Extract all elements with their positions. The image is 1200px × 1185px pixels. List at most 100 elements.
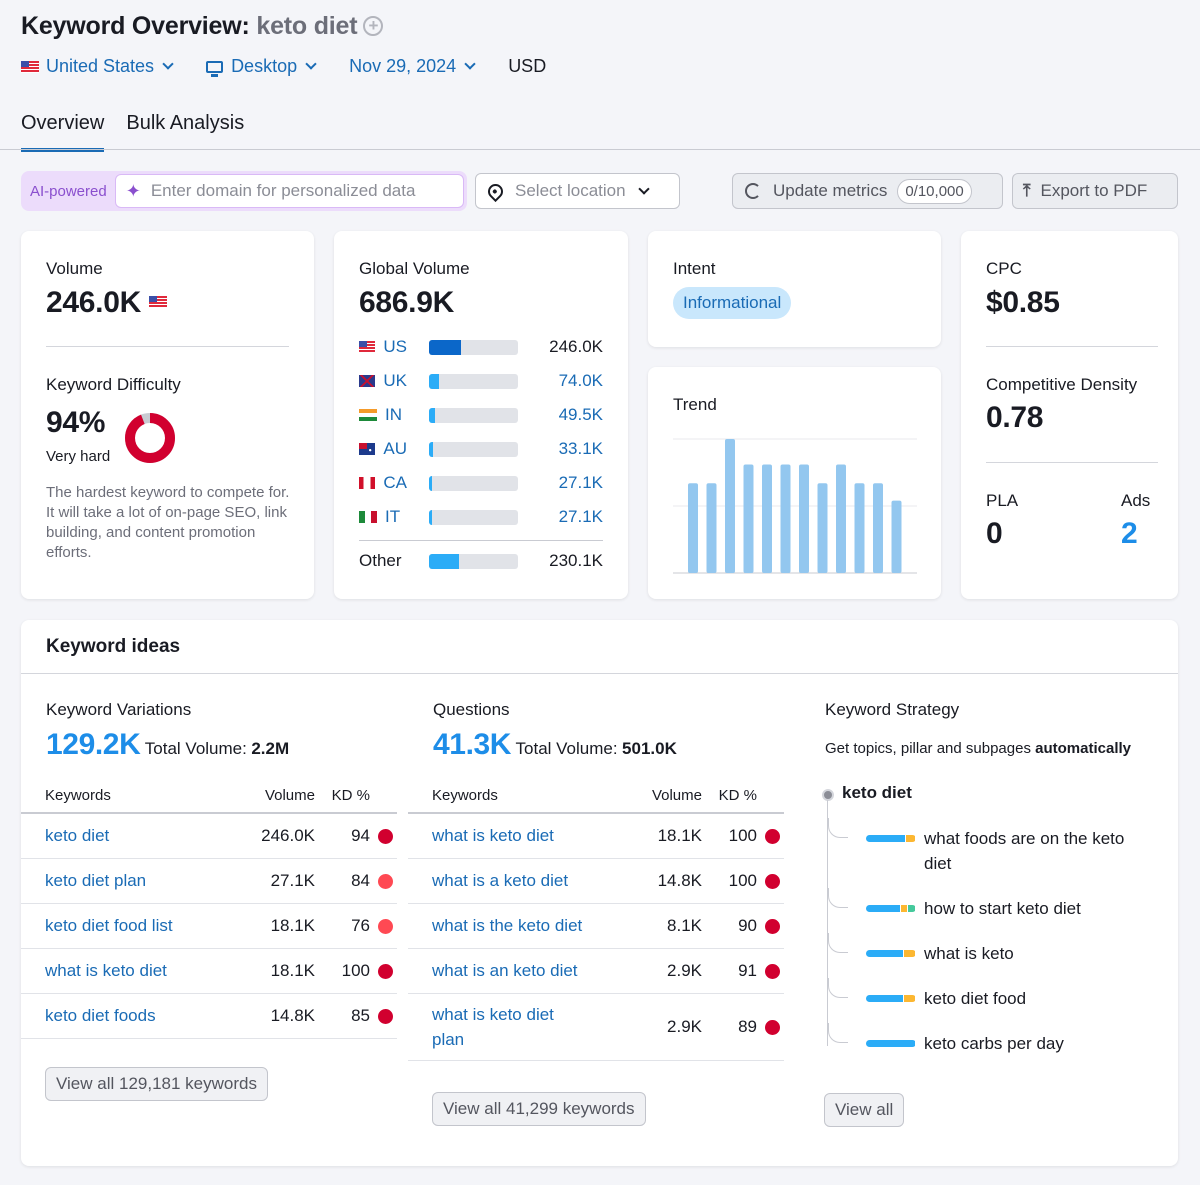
col-kd[interactable]: KD %	[702, 787, 760, 804]
tab-overview[interactable]: Overview	[21, 112, 105, 152]
table-row: keto diet foods 14.8K 85	[21, 994, 397, 1039]
view-all-strategy-button[interactable]: View all	[824, 1093, 905, 1127]
plus-circle-icon[interactable]: +	[363, 16, 384, 36]
intent-segment	[866, 995, 904, 1002]
variations-label: Keyword Variations	[46, 700, 192, 719]
pla-label: PLA	[986, 491, 1019, 510]
country-bar	[429, 441, 518, 457]
strategy-item-label: keto diet food	[924, 989, 1027, 1008]
country-row-us[interactable]: US 246.0K	[359, 337, 603, 357]
trend-bar[interactable]	[706, 483, 717, 573]
strategy-item[interactable]: how to start keto diet	[828, 888, 1156, 921]
country-row-au[interactable]: AU 33.1K	[359, 439, 603, 459]
country-bar-fill	[429, 339, 461, 355]
us-flag-icon	[149, 296, 167, 308]
kd-dot-icon	[764, 918, 780, 934]
strategy-item-label: how to start keto diet	[924, 899, 1081, 918]
chevron-down-icon	[305, 58, 317, 70]
col-volume[interactable]: Volume	[225, 787, 315, 804]
tab-bulk-analysis[interactable]: Bulk Analysis	[126, 112, 244, 152]
date-dropdown[interactable]: Nov 29, 2024	[349, 56, 476, 77]
strategy-item[interactable]: keto carbs per day	[828, 1023, 1156, 1056]
trend-bar[interactable]	[780, 464, 791, 573]
country-row-ca[interactable]: CA 27.1K	[359, 473, 603, 493]
keyword-link[interactable]: what is keto diet	[45, 961, 225, 981]
kd-dot-icon	[764, 873, 780, 889]
strategy-item[interactable]: what foods are on the keto diet	[828, 818, 1156, 876]
variations-count[interactable]: 129.2K	[46, 728, 141, 761]
intent-segment	[866, 1040, 915, 1047]
update-metrics-button[interactable]: Update metrics 0/10,000	[732, 173, 1003, 209]
keyword-link[interactable]: keto diet	[45, 826, 225, 846]
col-keywords[interactable]: Keywords	[45, 787, 225, 804]
kd-donut-arc	[125, 413, 175, 463]
table-row: keto diet food list 18.1K 76	[21, 904, 397, 949]
country-row-in[interactable]: IN 49.5K	[359, 405, 603, 425]
trend-bar[interactable]	[836, 464, 846, 573]
col-kd[interactable]: KD %	[315, 787, 373, 804]
questions-count[interactable]: 41.3K	[433, 728, 511, 761]
strategy-root[interactable]: keto diet	[842, 783, 912, 803]
trend-label: Trend	[673, 395, 717, 414]
in-flag-icon	[359, 409, 377, 421]
kd-dot-icon	[377, 873, 393, 889]
table-header: Keywords Volume KD %	[408, 778, 784, 814]
kd-cell: 100	[341, 961, 370, 980]
trend-bar[interactable]	[799, 464, 809, 573]
location-select[interactable]: Select location	[475, 173, 680, 209]
trend-bar[interactable]	[817, 483, 828, 573]
domain-input[interactable]: ✦ Enter domain for personalized data	[114, 174, 464, 208]
kd-value: 94%	[46, 406, 106, 439]
keyword-link[interactable]: what is a keto diet	[432, 871, 612, 891]
country-value[interactable]: 27.1K	[518, 507, 603, 527]
keyword-link[interactable]: keto diet food list	[45, 916, 225, 936]
view-all-questions-button[interactable]: View all 41,299 keywords	[432, 1092, 646, 1126]
keyword-ideas-title: Keyword ideas	[21, 620, 1178, 674]
ai-domain-box: AI-powered ✦ Enter domain for personalize…	[21, 171, 467, 211]
volume-number: 246.0K	[46, 286, 141, 319]
table-row: what is a keto diet 14.8K 100	[408, 859, 784, 904]
device-dropdown[interactable]: Desktop	[206, 56, 317, 77]
country-row-uk[interactable]: UK 74.0K	[359, 371, 603, 391]
trend-bar[interactable]	[762, 464, 772, 573]
intent-segment	[866, 950, 904, 957]
country-label: United States	[46, 56, 155, 76]
country-bar-fill	[429, 475, 433, 491]
country-row-it[interactable]: IT 27.1K	[359, 507, 603, 527]
table-row: what is the keto diet 8.1K 90	[408, 904, 784, 949]
trend-bar[interactable]	[688, 483, 698, 573]
keyword-link[interactable]: what is keto diet plan	[432, 1002, 572, 1052]
country-value[interactable]: 27.1K	[518, 473, 603, 493]
global-volume-card: Global Volume 686.9K US 246.0K UK 74.0K IN 49…	[334, 231, 628, 599]
trend-bar[interactable]	[743, 464, 754, 573]
trend-bar[interactable]	[873, 483, 883, 573]
export-pdf-button[interactable]: ⤒ Export to PDF	[1012, 173, 1178, 209]
strategy-item[interactable]: what is keto	[828, 933, 1156, 966]
keyword-link[interactable]: keto diet plan	[45, 871, 225, 891]
intent-segment	[866, 905, 900, 912]
country-value[interactable]: 49.5K	[518, 405, 603, 425]
keyword-link[interactable]: what is keto diet	[432, 826, 612, 846]
country-value[interactable]: 33.1K	[518, 439, 603, 459]
density-value: 0.78	[986, 401, 1044, 434]
ads-value[interactable]: 2	[1121, 517, 1138, 551]
trend-bar[interactable]	[725, 439, 735, 573]
view-all-variations-button[interactable]: View all 129,181 keywords	[45, 1067, 268, 1101]
table-header: Keywords Volume KD %	[21, 778, 397, 814]
trend-bar[interactable]	[854, 483, 865, 573]
it-flag-icon	[359, 511, 377, 523]
trend-bar[interactable]	[891, 500, 902, 573]
col-volume[interactable]: Volume	[612, 787, 702, 804]
keyword-link[interactable]: keto diet foods	[45, 1006, 225, 1026]
page-title: Keyword Overview: keto diet +	[21, 12, 384, 41]
other-bar	[429, 553, 518, 569]
strategy-item[interactable]: keto diet food	[828, 978, 1156, 1011]
location-placeholder: Select location	[515, 181, 626, 200]
keyword-link[interactable]: what is an keto diet	[432, 961, 612, 981]
country-dropdown[interactable]: United States	[21, 56, 174, 77]
col-keywords[interactable]: Keywords	[432, 787, 612, 804]
country-bar-fill	[429, 509, 433, 525]
keyword-link[interactable]: what is the keto diet	[432, 916, 612, 936]
table-row: keto diet plan 27.1K 84	[21, 859, 397, 904]
country-value[interactable]: 74.0K	[518, 371, 603, 391]
